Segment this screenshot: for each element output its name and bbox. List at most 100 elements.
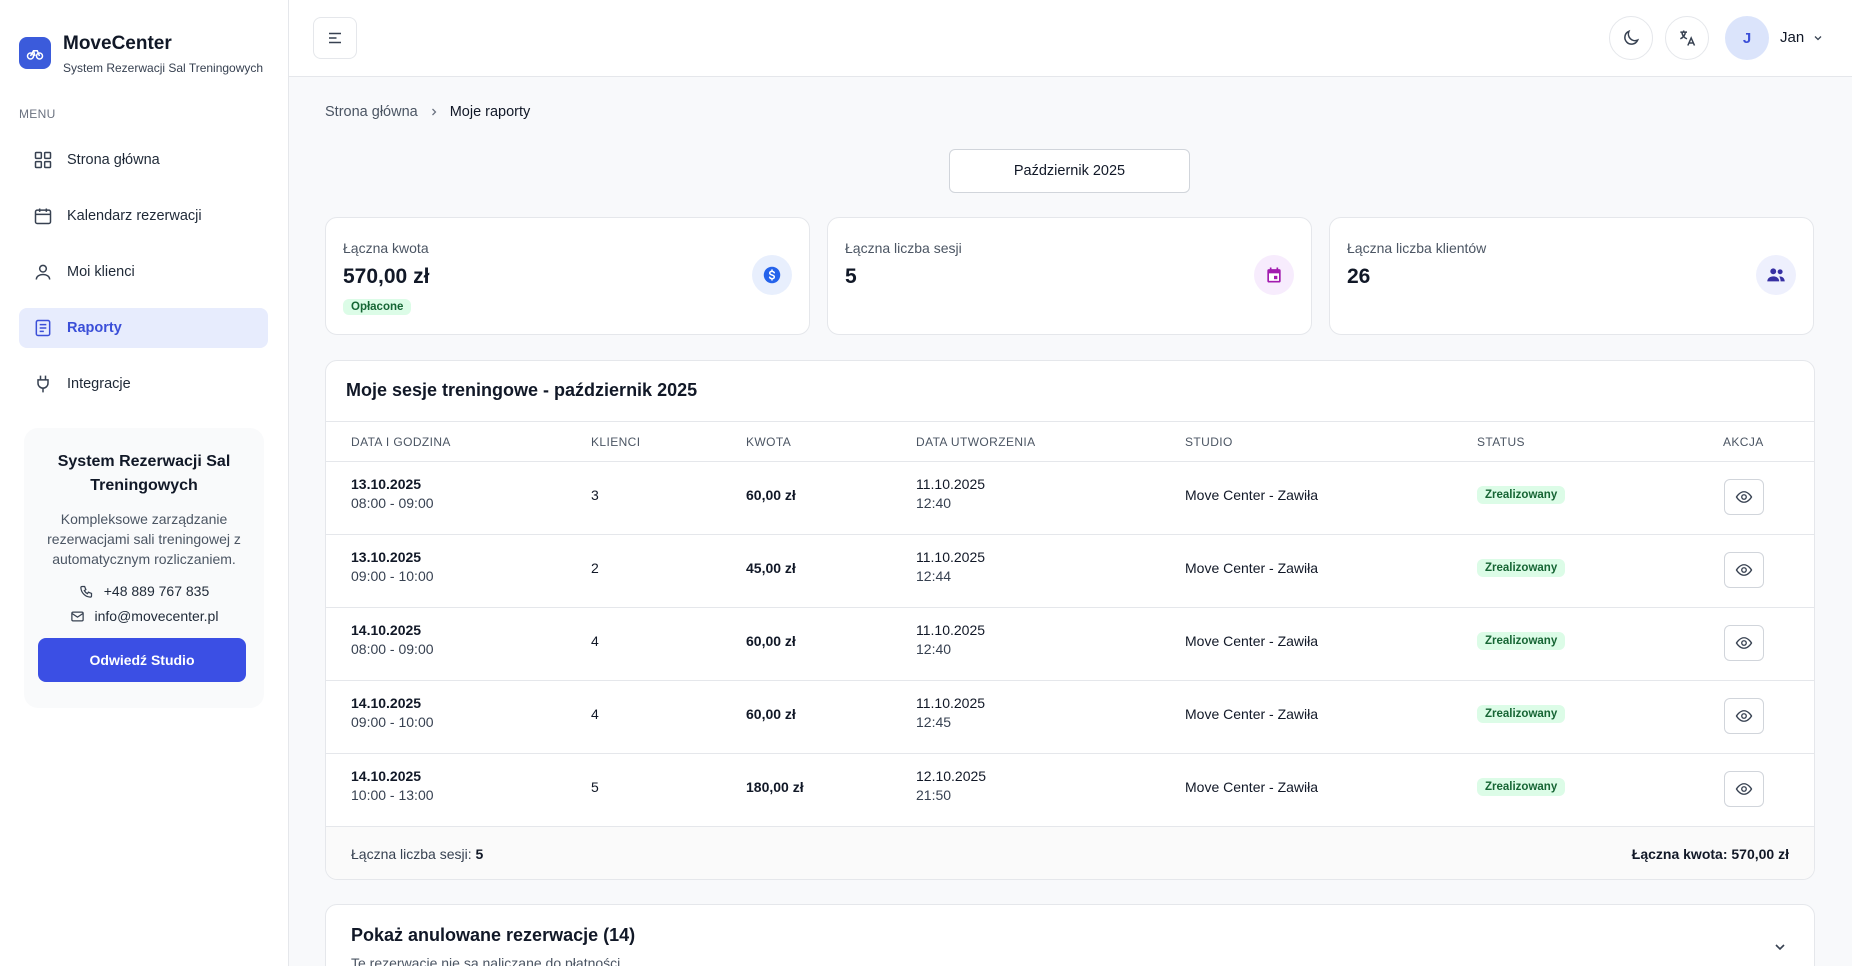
session-created: 12.10.2025 21:50 [916,768,986,803]
view-session-button[interactable] [1724,771,1764,807]
view-session-button[interactable] [1724,698,1764,734]
sidebar-item-label: Integracje [67,376,131,392]
promo-email[interactable]: info@movecenter.pl [40,608,248,624]
report-icon [35,319,51,337]
sidebar-item-integrations[interactable]: Integracje [19,364,268,404]
mail-icon [70,611,84,621]
chevron-right-icon [431,108,437,116]
table-row: 13.10.2025 09:00 - 10:00 2 45,00 zł 11.10.20… [326,534,1814,607]
avatar[interactable]: J [1725,16,1769,60]
promo-email-text: info@movecenter.pl [94,608,219,624]
visit-studio-button[interactable]: Odwiedź Studio [38,638,246,682]
session-amount: 60,00 zł [746,633,796,649]
stat-label: Łączna liczba sesji [845,240,962,256]
table-row: 13.10.2025 08:00 - 09:00 3 60,00 zł 11.10.20… [326,461,1814,534]
user-icon [35,264,51,280]
status-badge: Zrealizowany [1477,778,1566,796]
month-selector-button[interactable]: Październik 2025 [949,149,1190,193]
stat-value: 570,00 zł [343,265,430,288]
column-header: AKCJA [1723,435,1764,449]
total-amount-label: Łączna kwota: [1631,846,1728,862]
session-time: 08:00 - 09:00 [351,641,434,657]
session-clients: 5 [591,779,599,795]
sidebar-item-label: Strona główna [67,152,160,168]
view-session-button[interactable] [1724,625,1764,661]
column-header: KLIENCI [591,435,641,449]
bicycle-logo-icon [19,37,51,69]
cancelled-title: Pokaż anulowane rezerwacje (14) [351,925,636,945]
column-header: KWOTA [746,435,792,449]
stat-label: Łączna kwota [343,240,429,256]
view-session-button[interactable] [1724,479,1764,515]
promo-phone-text: +48 889 767 835 [103,583,210,599]
session-studio: Move Center - Zawiła [1185,560,1319,576]
language-button[interactable] [1665,16,1709,60]
cancelled-subtitle: Te rezerwacje nie są naliczane do płatno… [351,955,621,966]
table-footer: Łączna liczba sesji: 5 Łączna kwota: 570… [326,826,1814,879]
status-badge: Zrealizowany [1477,632,1566,650]
menu-toggle-button[interactable] [313,17,357,59]
created-time: 21:50 [916,787,952,803]
column-header: DATA UTWORZENIA [916,435,1036,449]
sidebar-item-label: Kalendarz rezerwacji [67,208,202,224]
session-clients: 4 [591,706,599,722]
top-header: J Jan [289,0,1852,77]
column-header: STUDIO [1185,435,1233,449]
stat-label: Łączna liczba klientów [1347,240,1487,256]
moon-icon [1624,29,1640,45]
promo-description: Kompleksowe zarządzanie rezerwacjami sal… [47,511,241,567]
table-title: Moje sesje treningowe - październik 2025 [346,380,698,400]
brand[interactable]: MoveCenter System Rezerwacji Sal Trening… [19,32,263,75]
brand-name: MoveCenter [63,33,172,54]
cancelled-reservations-toggle[interactable]: Pokaż anulowane rezerwacje (14) Te rezer… [325,904,1815,966]
session-clients: 4 [591,633,599,649]
grid-icon [34,151,52,169]
session-time: 09:00 - 10:00 [351,714,434,730]
sidebar-item-label: Raporty [67,320,122,336]
view-session-button[interactable] [1724,552,1764,588]
stat-card-clients: Łączna liczba klientów 26 [1329,217,1814,335]
created-time: 12:45 [916,714,952,730]
translate-icon [1680,30,1696,46]
created-time: 12:40 [916,641,952,657]
status-badge: Zrealizowany [1477,486,1566,504]
eye-icon [1735,710,1753,722]
total-sessions-label: Łączna liczba sesji: [351,846,472,862]
session-date: 14.10.2025 [351,695,422,711]
sidebar-item-reports[interactable]: Raporty [19,308,268,348]
session-datetime: 13.10.2025 09:00 - 10:00 [351,549,434,584]
sidebar-item-home[interactable]: Strona główna [19,140,268,180]
eye-icon [1735,564,1753,576]
session-created: 11.10.2025 12:44 [916,549,985,584]
status-badge: Zrealizowany [1477,559,1566,577]
stat-card-amount: Łączna kwota 570,00 zł Opłacone [325,217,810,335]
promo-phone[interactable]: +48 889 767 835 [40,583,248,599]
created-date: 11.10.2025 [916,622,986,638]
dark-mode-button[interactable] [1609,16,1653,60]
created-time: 12:40 [916,495,952,511]
stat-card-sessions: Łączna liczba sesji 5 [827,217,1312,335]
sidebar-item-label: Moi klienci [67,264,135,280]
table-row: 14.10.2025 09:00 - 10:00 4 60,00 zł 11.10.20… [326,680,1814,753]
sidebar-item-clients[interactable]: Moi klienci [19,252,268,292]
table-row: 14.10.2025 08:00 - 09:00 4 60,00 zł 11.10.20… [326,607,1814,680]
sidebar-item-calendar[interactable]: Kalendarz rezerwacji [19,196,268,236]
user-menu[interactable]: Jan [1780,29,1824,46]
session-date: 14.10.2025 [351,768,422,784]
session-time: 08:00 - 09:00 [351,495,434,511]
session-date: 14.10.2025 [351,622,422,638]
session-created: 11.10.2025 12:45 [916,695,985,730]
total-sessions-value: 5 [475,846,484,862]
session-datetime: 14.10.2025 08:00 - 09:00 [351,622,434,657]
session-created: 11.10.2025 12:40 [916,622,985,657]
sessions-table-card: Moje sesje treningowe - październik 2025… [325,360,1815,880]
session-amount: 60,00 zł [746,487,796,503]
created-time: 12:44 [916,568,952,584]
session-datetime: 14.10.2025 10:00 - 13:00 [351,768,434,803]
table-header-divider [326,421,1814,422]
session-created: 11.10.2025 12:40 [916,476,985,511]
breadcrumb-home[interactable]: Strona główna [325,104,418,120]
total-sessions: Łączna liczba sesji: 5 [351,846,483,862]
session-datetime: 13.10.2025 08:00 - 09:00 [351,476,434,511]
column-header: STATUS [1477,435,1525,449]
